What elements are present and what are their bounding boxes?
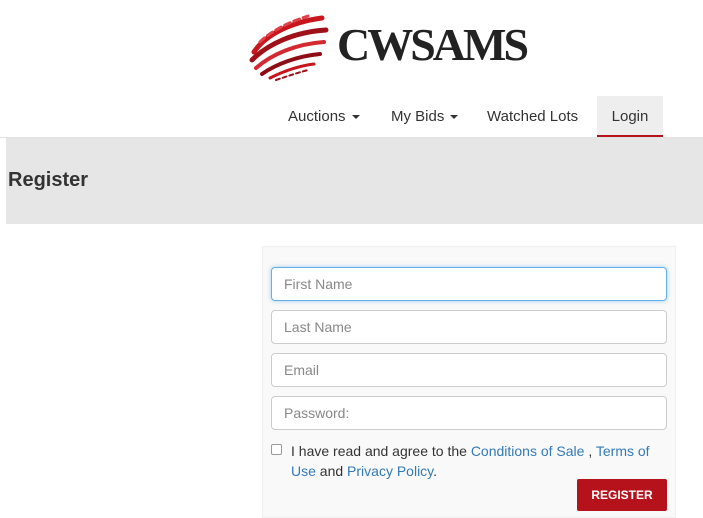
nav-item-label: Auctions (288, 108, 346, 125)
last-name-field[interactable] (271, 310, 667, 344)
nav-item-label: Watched Lots (487, 108, 579, 125)
main-nav: Auctions My Bids Watched Lots Login (0, 96, 703, 138)
brand-name: CWSAMS (337, 19, 529, 70)
agree-prefix: I have read and agree to the (291, 443, 467, 459)
cwsams-logo[interactable]: CWSAMS (246, 8, 536, 82)
nav-item-auctions[interactable]: Auctions (288, 96, 360, 137)
privacy-policy-link[interactable]: Privacy Policy (347, 463, 433, 479)
register-button[interactable]: REGISTER (577, 479, 667, 511)
agree-suffix: . (433, 463, 438, 479)
caret-down-icon (351, 115, 360, 120)
register-form: I have read and agree to the Conditions … (262, 246, 676, 518)
page-header: Register (6, 138, 703, 224)
nav-item-label: My Bids (391, 108, 445, 125)
email-field[interactable] (271, 353, 667, 387)
nav-item-login[interactable]: Login (597, 96, 663, 137)
nav-item-my-bids[interactable]: My Bids (391, 96, 459, 137)
first-name-field[interactable] (271, 267, 667, 301)
agree-checkbox[interactable] (271, 444, 282, 455)
agree-separator: , (588, 443, 593, 459)
page-title: Register (8, 169, 89, 191)
caret-down-icon (450, 115, 459, 120)
password-field[interactable] (271, 396, 667, 430)
cwsams-swirl-logo-icon (249, 14, 329, 81)
agree-conjunction: and (319, 463, 344, 479)
nav-item-watched-lots[interactable]: Watched Lots (487, 96, 578, 137)
nav-item-label: Login (611, 108, 649, 125)
conditions-of-sale-link[interactable]: Conditions of Sale (471, 443, 585, 459)
agree-label: I have read and agree to the Conditions … (291, 441, 671, 481)
